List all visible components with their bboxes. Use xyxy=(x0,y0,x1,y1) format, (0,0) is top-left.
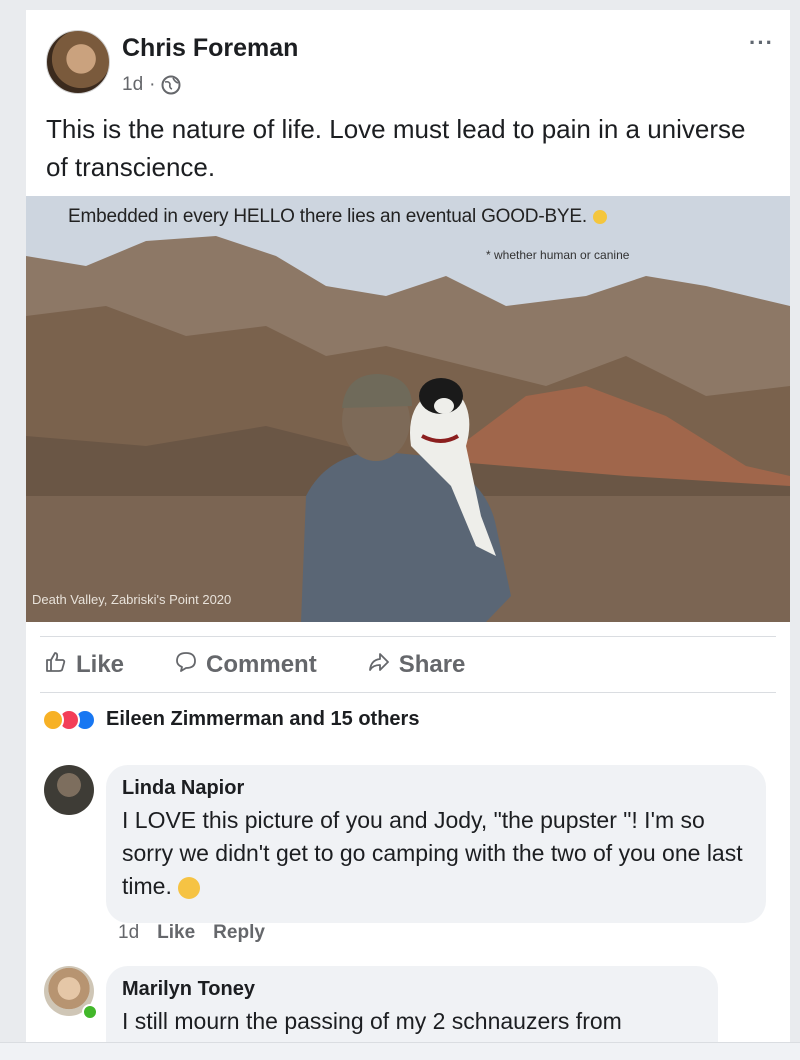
comment-bubble: Linda Napior I LOVE this picture of you … xyxy=(106,765,766,923)
photo-headline: Embedded in every HELLO there lies an ev… xyxy=(68,206,607,228)
thumbs-up-icon xyxy=(44,650,68,681)
comment-like-link[interactable]: Like xyxy=(157,922,195,944)
online-status-dot xyxy=(82,1004,98,1020)
like-label: Like xyxy=(76,651,125,678)
author-avatar[interactable] xyxy=(46,30,110,94)
post-actions: Like Comment Share xyxy=(40,638,776,692)
divider xyxy=(40,636,776,637)
sad-face-icon xyxy=(178,876,201,899)
post-card: Chris Foreman 1d · ··· This is the natur… xyxy=(26,10,790,1059)
post-time[interactable]: 1d xyxy=(122,74,143,96)
bottom-comment-bar[interactable] xyxy=(0,1042,800,1060)
photo-scene xyxy=(26,196,790,622)
commenter-avatar[interactable] xyxy=(44,765,94,815)
more-options-icon[interactable]: ··· xyxy=(749,30,774,56)
comment-label: Comment xyxy=(206,651,317,678)
photo-subtitle: * whether human or canine xyxy=(486,248,630,262)
comment-text: I LOVE this picture of you and Jody, "th… xyxy=(122,807,743,899)
meta-separator: · xyxy=(149,74,156,95)
comment-actions: 1d Like Reply xyxy=(118,922,265,944)
globe-icon xyxy=(161,75,181,95)
comment-button[interactable]: Comment xyxy=(174,650,317,681)
post-author[interactable]: Chris Foreman xyxy=(122,34,298,63)
reaction-names: Eileen Zimmerman and 15 others xyxy=(106,708,420,730)
share-arrow-icon xyxy=(367,650,391,681)
photo-caption: Death Valley, Zabriski's Point 2020 xyxy=(32,592,232,607)
comment-reply-link[interactable]: Reply xyxy=(213,922,265,944)
post-photo[interactable]: Embedded in every HELLO there lies an ev… xyxy=(26,196,790,622)
comment-text: I still mourn the passing of my 2 schnau… xyxy=(122,1008,622,1034)
smiley-icon xyxy=(592,209,607,224)
share-label: Share xyxy=(398,651,466,678)
wow-reaction-icon xyxy=(42,708,64,731)
commenter-name[interactable]: Marilyn Toney xyxy=(122,978,702,1001)
divider xyxy=(40,692,776,693)
commenter-name[interactable]: Linda Napior xyxy=(122,777,750,800)
post-meta: 1d · xyxy=(122,74,181,96)
reaction-summary[interactable]: Eileen Zimmerman and 15 others xyxy=(42,708,419,731)
comment-time[interactable]: 1d xyxy=(118,922,139,944)
like-button[interactable]: Like xyxy=(44,650,124,681)
share-button[interactable]: Share xyxy=(367,650,466,681)
post-text: This is the nature of life. Love must le… xyxy=(46,114,746,182)
comment-bubble-icon xyxy=(174,650,198,681)
